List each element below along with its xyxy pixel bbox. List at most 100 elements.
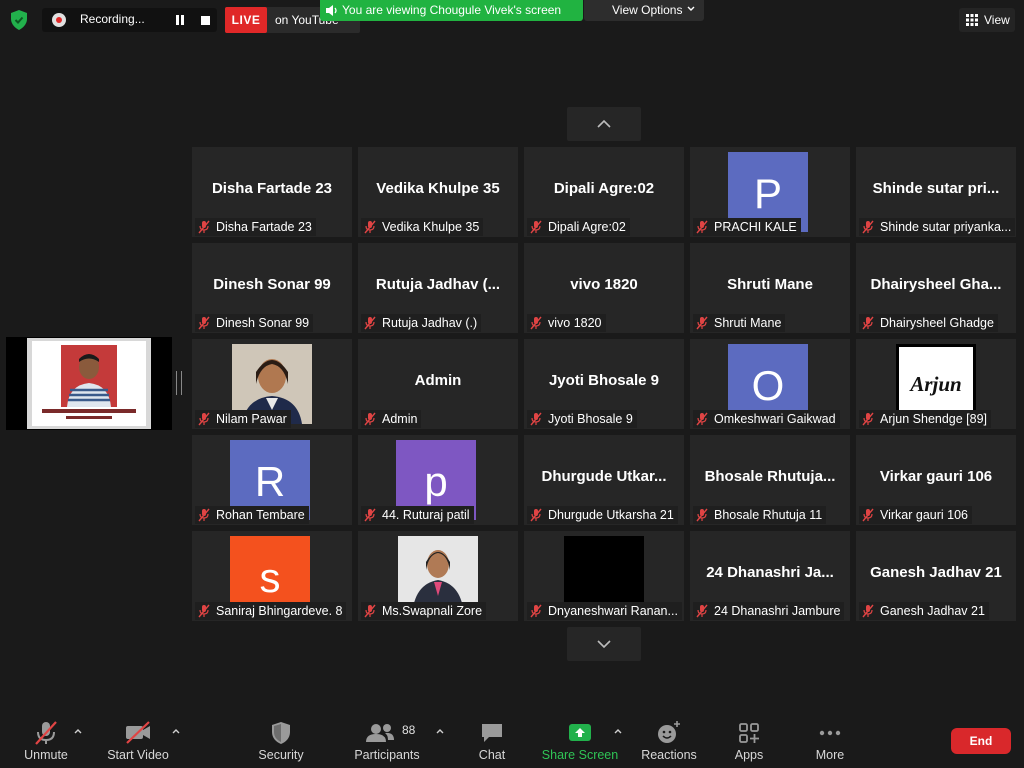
stop-recording-icon[interactable] [201, 16, 210, 25]
share-options-caret-icon[interactable] [613, 727, 623, 735]
participants-button[interactable]: 88 Participants [345, 718, 429, 766]
participant-name: Omkeshwari Gaikwad [714, 412, 836, 426]
participant-tile[interactable]: Jyoti Bhosale 9 Jyoti Bhosale 9 [524, 339, 684, 429]
participant-tile[interactable]: Shruti Mane Shruti Mane [690, 243, 850, 333]
participant-tile[interactable]: Dhurgude Utkar... Dhurgude Utkarsha 21 [524, 435, 684, 525]
participant-name: Ganesh Jadhav 21 [880, 604, 985, 618]
security-shield-icon[interactable] [8, 9, 30, 31]
participant-name-plate: Virkar gauri 106 [859, 506, 973, 524]
participant-tile[interactable]: vivo 1820 vivo 1820 [524, 243, 684, 333]
participant-name-plate: Vedika Khulpe 35 [361, 218, 484, 236]
participant-tile[interactable]: Arjun Arjun Shendge [89] [856, 339, 1016, 429]
chevron-up-icon [597, 119, 611, 128]
recording-label: Recording... [80, 12, 145, 26]
participant-tile[interactable]: Ganesh Jadhav 21 Ganesh Jadhav 21 [856, 531, 1016, 621]
participant-tile[interactable]: Bhosale Rhutuja... Bhosale Rhutuja 11 [690, 435, 850, 525]
participant-name: PRACHI KALE [714, 220, 797, 234]
participant-name-plate: Arjun Shendge [89] [859, 410, 992, 428]
participant-name: Jyoti Bhosale 9 [548, 412, 633, 426]
participant-name-plate: Ganesh Jadhav 21 [859, 602, 989, 620]
participant-display-name: Shinde sutar pri... [872, 180, 1000, 197]
apps-icon [739, 723, 759, 743]
apps-label: Apps [734, 748, 764, 762]
security-label: Security [258, 748, 304, 762]
participant-tile[interactable]: Dinesh Sonar 99 Dinesh Sonar 99 [192, 243, 352, 333]
muted-mic-icon [529, 604, 543, 618]
participant-name-plate: Shruti Mane [693, 314, 786, 332]
participant-tile[interactable]: Virkar gauri 106 Virkar gauri 106 [856, 435, 1016, 525]
previous-page-button[interactable] [567, 107, 641, 141]
participant-name-plate: vivo 1820 [527, 314, 606, 332]
audio-options-caret-icon[interactable] [73, 727, 83, 735]
pause-recording-icon[interactable] [174, 14, 186, 26]
screen-share-banner: You are viewing Chougule Vivek's screen [320, 0, 583, 21]
participant-tile[interactable]: Ms.Swapnali Zore [358, 531, 518, 621]
participant-name-plate: Ms.Swapnali Zore [361, 602, 487, 620]
participant-tile[interactable]: Shinde sutar pri... Shinde sutar priyanka… [856, 147, 1016, 237]
participant-tile[interactable]: Nilam Pawar [192, 339, 352, 429]
participant-name: Nilam Pawar [216, 412, 287, 426]
participant-name-plate: Rutuja Jadhav (.) [361, 314, 482, 332]
muted-mic-icon [363, 220, 377, 234]
participant-name: Shinde sutar priyanka... [880, 220, 1012, 234]
participant-tile[interactable]: 24 Dhanashri Ja... 24 Dhanashri Jambure [690, 531, 850, 621]
start-video-button[interactable]: Start Video [96, 718, 180, 766]
participant-tile[interactable]: Disha Fartade 23 Disha Fartade 23 [192, 147, 352, 237]
participant-tile[interactable]: s Saniraj Bhingardeve. 8 [192, 531, 352, 621]
participant-tile[interactable]: Rutuja Jadhav (... Rutuja Jadhav (.) [358, 243, 518, 333]
unmute-button[interactable]: Unmute [4, 718, 88, 766]
panel-resize-handle[interactable] [176, 371, 182, 395]
participants-label: Participants [354, 748, 420, 762]
participant-tile[interactable]: Dipali Agre:02 Dipali Agre:02 [524, 147, 684, 237]
view-options-button[interactable]: View Options [584, 0, 704, 21]
chat-bubble-icon [482, 724, 502, 742]
participant-name: Dnyaneshwari Ranan... [548, 604, 678, 618]
participant-display-name: Admin [414, 372, 462, 389]
participants-options-caret-icon[interactable] [435, 727, 445, 735]
muted-mic-icon [861, 412, 875, 426]
document-caption [42, 409, 136, 413]
muted-mic-icon [197, 220, 211, 234]
end-meeting-button[interactable]: End [951, 728, 1011, 754]
participant-tile[interactable]: p 44. Ruturaj patil [358, 435, 518, 525]
apps-button[interactable]: Apps [707, 718, 791, 766]
participant-name-plate: Shinde sutar priyanka... [859, 218, 1016, 236]
participant-name-plate: Omkeshwari Gaikwad [693, 410, 840, 428]
arjun-logo-text: Arjun [908, 372, 961, 396]
participant-display-name: Shruti Mane [727, 276, 813, 293]
participant-tile[interactable]: O Omkeshwari Gaikwad [690, 339, 850, 429]
participant-name-plate: Rohan Tembare [195, 506, 309, 524]
participant-display-name: Ganesh Jadhav 21 [870, 564, 1002, 581]
participant-display-name: Vedika Khulpe 35 [376, 180, 500, 197]
participant-tile[interactable]: Dhairysheel Gha... Dhairysheel Ghadge [856, 243, 1016, 333]
chat-button[interactable]: Chat [450, 718, 534, 766]
next-page-button[interactable] [567, 627, 641, 661]
reactions-button[interactable]: Reactions [627, 718, 711, 766]
participant-name-plate: Bhosale Rhutuja 11 [693, 506, 827, 524]
share-screen-button[interactable]: Share Screen [538, 718, 622, 766]
participant-name: Bhosale Rhutuja 11 [714, 508, 823, 522]
participant-grid: Disha Fartade 23 Disha Fartade 23 Vedika K… [192, 147, 1018, 622]
grid-view-icon [966, 14, 978, 26]
muted-mic-icon [861, 316, 875, 330]
video-options-caret-icon[interactable] [171, 727, 181, 735]
shared-screen-view[interactable] [6, 337, 172, 430]
document-caption-line [66, 416, 112, 419]
participant-tile[interactable]: Vedika Khulpe 35 Vedika Khulpe 35 [358, 147, 518, 237]
view-button[interactable]: View [959, 8, 1015, 32]
participant-tile[interactable]: P PRACHI KALE [690, 147, 850, 237]
security-button[interactable]: Security [239, 718, 323, 766]
muted-mic-icon [363, 508, 377, 522]
participants-icon [366, 724, 395, 742]
participant-name: Shruti Mane [714, 316, 782, 330]
participant-name: vivo 1820 [548, 316, 602, 330]
recording-indicator: Recording... [42, 8, 217, 32]
participant-tile[interactable]: R Rohan Tembare [192, 435, 352, 525]
smiley-icon [658, 721, 680, 743]
participant-tile[interactable]: Admin Admin [358, 339, 518, 429]
muted-mic-icon [363, 316, 377, 330]
participant-tile[interactable]: Dnyaneshwari Ranan... [524, 531, 684, 621]
more-button[interactable]: More [788, 718, 872, 766]
document-photo [61, 345, 117, 407]
participants-count: 88 [402, 723, 416, 737]
